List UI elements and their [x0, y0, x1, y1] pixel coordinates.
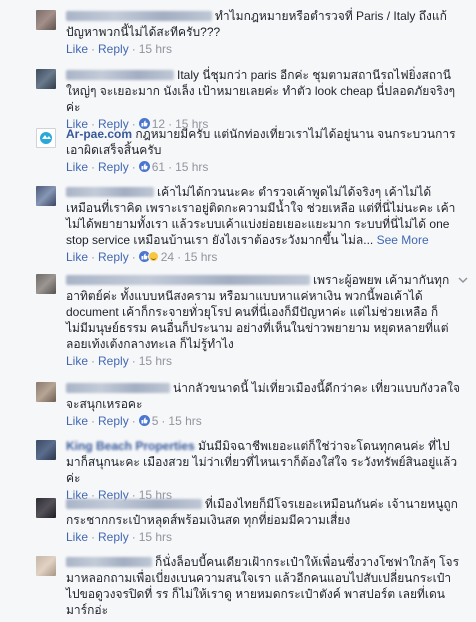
timestamp[interactable]: 15 hrs [139, 530, 172, 544]
avatar[interactable] [36, 10, 56, 30]
timestamp[interactable]: 15 hrs [168, 414, 201, 428]
like-button[interactable]: Like [66, 42, 88, 56]
like-button[interactable]: Like [66, 160, 88, 174]
reply-button[interactable]: Reply [98, 42, 129, 56]
reply-button[interactable]: Reply [98, 354, 129, 368]
reaction-count[interactable]: 61 [152, 160, 165, 174]
commenter-name[interactable] [66, 557, 152, 567]
like-reaction-icon [138, 415, 150, 426]
commenter-name[interactable] [66, 70, 174, 80]
reply-button[interactable]: Reply [98, 414, 129, 428]
reply-button[interactable]: Reply [98, 530, 129, 544]
chevron-down-icon[interactable] [458, 276, 468, 284]
avatar[interactable] [36, 69, 56, 89]
commenter-name[interactable]: King Beach Properties [66, 439, 195, 453]
avatar[interactable] [36, 382, 56, 402]
commenter-name[interactable] [66, 187, 154, 197]
like-button[interactable]: Like [66, 414, 88, 428]
like-button[interactable]: Like [66, 250, 88, 264]
reply-button[interactable]: Reply [98, 160, 129, 174]
see-more-link[interactable]: See More [377, 233, 429, 247]
commenter-name[interactable] [66, 499, 202, 509]
like-button[interactable]: Like [66, 354, 88, 368]
avatar[interactable] [36, 128, 56, 148]
reply-button[interactable]: Reply [98, 250, 129, 264]
comments-feed: ทำไมกฎหมายหรือตำรวจที่ Paris / Italy ถึง… [0, 0, 476, 622]
like-reaction-icon [138, 161, 150, 172]
reaction-count[interactable]: 24 [161, 250, 174, 264]
timestamp[interactable]: 15 hrs [184, 250, 217, 264]
timestamp[interactable]: 15 hrs [175, 160, 208, 174]
avatar[interactable] [36, 186, 56, 206]
haha-reaction-icon [147, 251, 159, 262]
commenter-name[interactable] [66, 383, 170, 393]
timestamp[interactable]: 15 hrs [139, 354, 172, 368]
commenter-name[interactable]: Ar-pae.com [66, 127, 132, 141]
avatar[interactable] [36, 274, 56, 294]
like-button[interactable]: Like [66, 530, 88, 544]
avatar[interactable] [36, 556, 56, 576]
avatar[interactable] [36, 440, 56, 460]
timestamp[interactable]: 15 hrs [139, 42, 172, 56]
commenter-name[interactable] [66, 11, 212, 21]
commenter-name[interactable] [66, 275, 310, 285]
avatar[interactable] [36, 498, 56, 518]
